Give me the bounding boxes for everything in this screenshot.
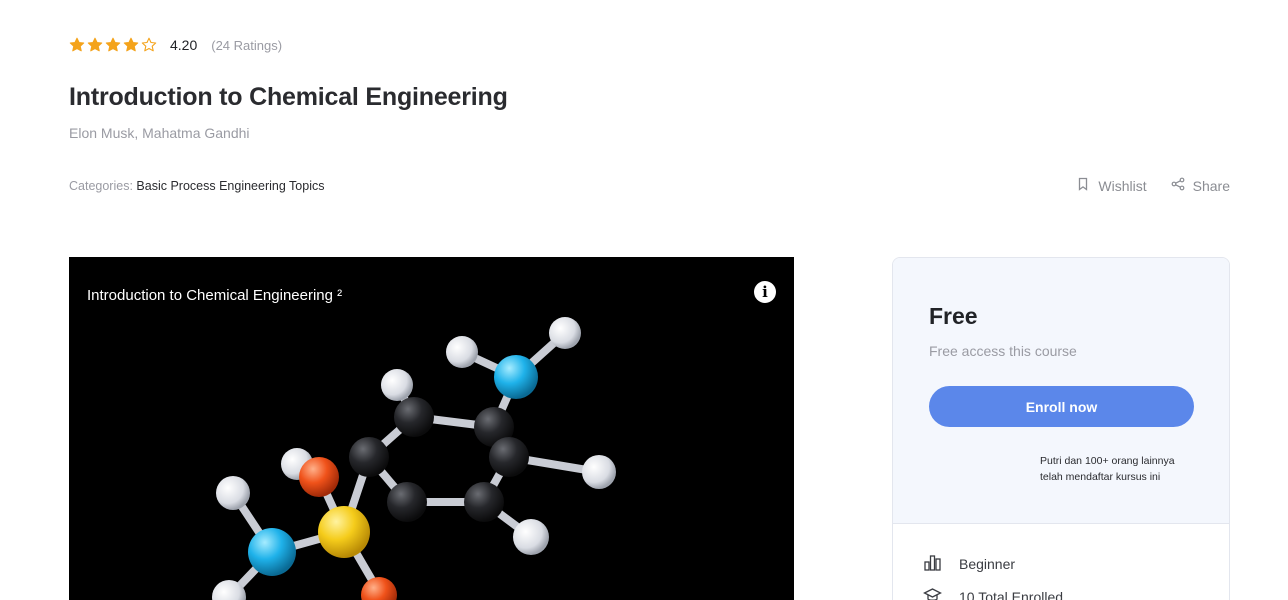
social-proof-line-1: Putri dan 100+ orang lainnya — [1040, 455, 1175, 467]
meta-enrolled-label: 10 Total Enrolled — [959, 589, 1064, 600]
info-icon[interactable]: i — [754, 281, 776, 303]
enroll-card: Free Free access this course Enroll now … — [892, 257, 1230, 600]
share-icon — [1171, 177, 1185, 194]
wishlist-button[interactable]: Wishlist — [1076, 177, 1147, 194]
rating-count: (24 Ratings) — [211, 37, 283, 53]
bookmark-icon — [1076, 177, 1090, 194]
star-filled-icon — [87, 37, 103, 53]
share-button[interactable]: Share — [1171, 177, 1230, 194]
course-authors: Elon Musk, Mahatma Gandhi — [69, 125, 250, 141]
course-price: Free — [929, 303, 978, 329]
course-video-player[interactable]: Introduction to Chemical Engineering ² i — [69, 257, 794, 600]
enrolled-social-proof: Putri dan 100+ orang lainnya telah menda… — [1040, 453, 1175, 485]
rating-stars — [69, 37, 157, 53]
meta-enrolled: 10 Total Enrolled — [923, 587, 1229, 600]
wishlist-label: Wishlist — [1098, 177, 1147, 194]
star-empty-icon — [141, 37, 157, 53]
category-link[interactable]: Basic Process Engineering Topics — [136, 179, 324, 193]
level-bars-icon — [923, 553, 942, 575]
molecule-image — [212, 317, 616, 600]
social-proof-line-2: telah mendaftar kursus ini — [1040, 471, 1161, 483]
share-label: Share — [1192, 177, 1230, 194]
course-categories: Categories: Basic Process Engineering To… — [69, 179, 324, 193]
price-subtitle: Free access this course — [929, 343, 1077, 359]
graduation-cap-icon — [923, 586, 942, 600]
course-meta-list: Beginner 10 Total Enrolled — [893, 524, 1229, 600]
categories-label: Categories: — [69, 179, 133, 193]
video-title: Introduction to Chemical Engineering ² — [87, 287, 343, 304]
enroll-button[interactable]: Enroll now — [929, 386, 1194, 427]
star-filled-icon — [105, 37, 121, 53]
rating-value: 4.20 — [170, 37, 198, 53]
meta-level-label: Beginner — [959, 556, 1016, 572]
course-actions: Wishlist Share — [1076, 177, 1230, 194]
course-title: Introduction to Chemical Engineering — [69, 83, 508, 111]
star-filled-icon — [69, 37, 85, 53]
meta-level: Beginner — [923, 554, 1229, 574]
course-rating: 4.20 (24 Ratings) — [69, 37, 282, 53]
enroll-card-header: Free Free access this course Enroll now … — [893, 258, 1229, 524]
star-filled-icon — [123, 37, 139, 53]
